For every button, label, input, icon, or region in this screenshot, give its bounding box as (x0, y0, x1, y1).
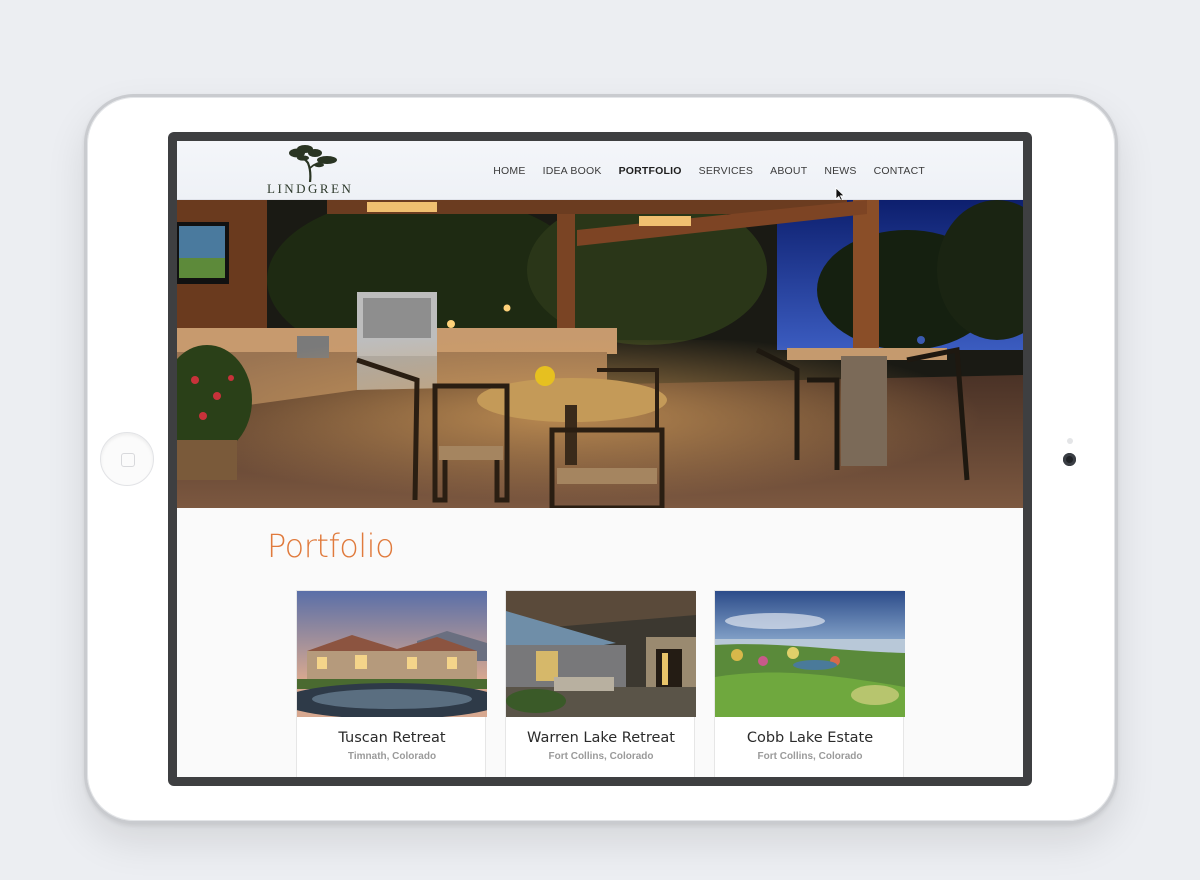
project-name: Warren Lake Retreat (527, 730, 675, 746)
nav-item-home[interactable]: HOME (493, 165, 525, 177)
camera-icon (1063, 453, 1076, 466)
project-thumbnail (715, 591, 905, 717)
project-thumbnail (297, 591, 487, 717)
project-card-cobb-lake-estate[interactable]: Cobb Lake Estate Fort Collins, Colorado (714, 590, 905, 777)
project-card-warren-lake-retreat[interactable]: Warren Lake Retreat Fort Collins, Colora… (505, 590, 696, 777)
arrow-pointer-icon (835, 187, 845, 201)
page-title: Portfolio (267, 527, 395, 565)
project-card-tuscan-retreat[interactable]: Tuscan Retreat Timnath, Colorado (296, 590, 487, 777)
project-thumbnail (506, 591, 696, 717)
project-location: Fort Collins, Colorado (548, 751, 654, 762)
tree-logo-icon (289, 145, 337, 182)
project-location: Timnath, Colorado (347, 751, 437, 762)
light-sensor (1067, 438, 1073, 444)
home-button-square (121, 453, 135, 467)
home-button-icon[interactable] (100, 432, 154, 486)
website-screen: LINDGREN HOME IDEA BOOK PORTFOLIO SERVIC… (177, 141, 1023, 777)
main-nav: HOME IDEA BOOK PORTFOLIO SERVICES ABOUT … (493, 165, 925, 177)
nav-item-services[interactable]: SERVICES (699, 165, 754, 177)
project-name: Cobb Lake Estate (746, 730, 874, 746)
project-name: Tuscan Retreat (338, 730, 446, 746)
nav-item-idea-book[interactable]: IDEA BOOK (543, 165, 602, 177)
nav-item-news[interactable]: NEWS (824, 165, 856, 177)
nav-item-portfolio[interactable]: PORTFOLIO (619, 165, 682, 177)
hero-image (177, 200, 1023, 508)
lindgren-logo[interactable]: LINDGREN (267, 144, 353, 198)
site-header: LINDGREN HOME IDEA BOOK PORTFOLIO SERVIC… (177, 141, 1023, 201)
logo-wordmark: LINDGREN (267, 181, 354, 196)
project-location: Fort Collins, Colorado (757, 751, 863, 762)
nav-item-contact[interactable]: CONTACT (874, 165, 925, 177)
nav-item-about[interactable]: ABOUT (770, 165, 807, 177)
